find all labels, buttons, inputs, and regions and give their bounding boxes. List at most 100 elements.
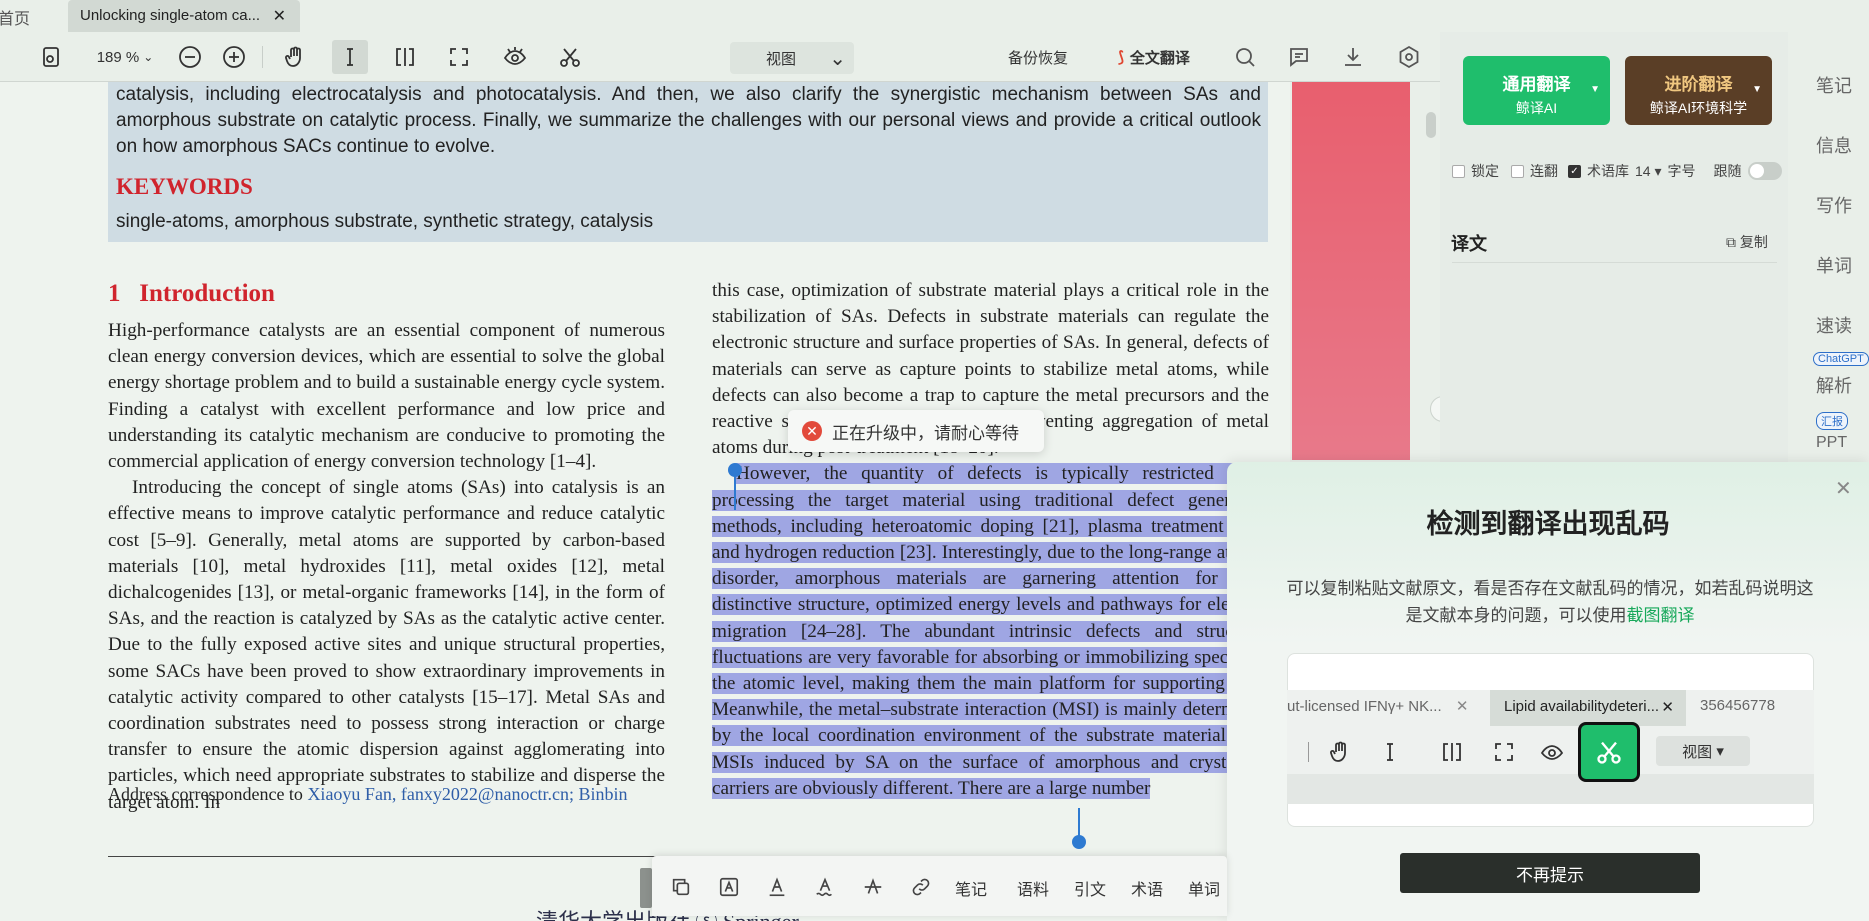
selection-notes-button[interactable]: 笔记 (955, 876, 987, 900)
advanced-translate-button[interactable]: 进阶翻译 鲸译AI环境科学 ▼ (1625, 56, 1772, 125)
rail-write[interactable]: 写作 (1816, 192, 1852, 218)
text-format-icon[interactable] (718, 876, 740, 903)
caret-down-icon[interactable]: ▼ (1752, 84, 1762, 95)
keywords-text: single-atoms, amorphous substrate, synth… (116, 211, 654, 232)
selection-start-dot[interactable] (728, 463, 742, 477)
backup-restore-button[interactable]: 备份恢复 (1002, 44, 1074, 70)
page-layout-icon[interactable] (36, 44, 66, 70)
demo-view-select: 视图 ▾ (1656, 736, 1750, 766)
rail-speedread[interactable]: 速读 (1816, 312, 1852, 338)
tab-close-icon[interactable]: ✕ (273, 6, 286, 26)
screenshot-translate-highlight (1578, 722, 1640, 782)
footnote-rule (108, 856, 668, 857)
follow-toggle[interactable] (1747, 162, 1782, 180)
lock-checkbox[interactable] (1452, 164, 1465, 178)
copy-icon[interactable] (670, 876, 692, 903)
font-size-label: 字号 (1667, 163, 1696, 179)
panel-scrollbar[interactable] (1426, 112, 1436, 138)
squiggly-underline-icon[interactable] (814, 876, 836, 903)
general-translate-label: 通用翻译 (1502, 75, 1571, 94)
demo-tab: ut-licensed IFNγ+ NK... ✕ (1287, 697, 1468, 715)
abstract-text: catalysis, including electrocatalysis an… (116, 84, 1261, 157)
popup-description: 可以复制粘贴文献原文，看是否存在文献乱码的情况，如若乱码说明这是文献本身的问题，… (1280, 575, 1820, 629)
dont-show-again-button[interactable]: 不再提示 (1400, 853, 1700, 893)
download-icon[interactable] (1340, 44, 1366, 70)
underline-icon[interactable] (766, 876, 788, 903)
demo-tab-label: Lipid availabilitydeteri... (1504, 698, 1660, 715)
view-label: 视图 (766, 50, 797, 68)
author-email-link[interactable]: Xiaoyu Fan, fanxy2022@nanoctr.cn; Binbin (307, 784, 627, 804)
selected-text[interactable]: However, the quantity of defects is typi… (712, 463, 1269, 799)
upgrade-toast: ✕ 正在升级中，请耐心等待 (788, 410, 1044, 452)
demo-view-label: 视图 (1682, 743, 1713, 761)
demo-tab: 356456778 (1700, 697, 1776, 714)
translate-options: 锁定 连翻 ✓ 术语库 14 ▾ 字号 跟随 (1452, 161, 1782, 181)
tab-home[interactable]: 首页 (0, 5, 30, 29)
right-column: this case, optimization of substrate mat… (712, 278, 1269, 802)
close-icon: ✕ (1661, 699, 1674, 716)
zoom-select[interactable]: 189 % ⌄ (90, 44, 160, 70)
eye-care-icon[interactable] (500, 44, 530, 70)
tab-document-label: Unlocking single-atom ca... (80, 7, 261, 24)
selection-end-dot[interactable] (1072, 835, 1086, 849)
advanced-translate-label: 进阶翻译 (1664, 75, 1733, 94)
close-icon[interactable]: ✕ (1835, 476, 1852, 501)
rail-info[interactable]: 信息 (1816, 132, 1852, 158)
rail-analyze[interactable]: 解析 (1816, 372, 1852, 398)
view-select[interactable]: 视图 ⌄ (730, 42, 854, 74)
general-translate-button[interactable]: 通用翻译 鲸译AI ▼ (1463, 56, 1610, 125)
zoom-in-icon[interactable] (220, 44, 248, 70)
report-badge: 汇报 (1816, 412, 1848, 430)
close-icon: ✕ (1455, 698, 1469, 715)
copy-button[interactable]: ⧉ 复制 (1726, 232, 1768, 252)
demo-footer (1287, 774, 1814, 804)
selection-toolbar: 笔记 语料 引文 术语 单词 (652, 856, 1227, 916)
rail-words[interactable]: 单词 (1816, 252, 1852, 278)
eye-care-icon (1540, 740, 1564, 769)
section-title: Introduction (139, 280, 275, 307)
caret-down-icon[interactable]: ▼ (1590, 84, 1600, 95)
tab-document[interactable]: Unlocking single-atom ca... ✕ (68, 0, 300, 32)
toolbar: 189 % ⌄ 视图 ⌄ 备份恢复 ⟆ 全文翻译 (0, 32, 1440, 82)
follow-label: 跟随 (1713, 163, 1742, 179)
copy-icon: ⧉ (1726, 234, 1736, 250)
font-size-select[interactable]: 14 ▾ (1635, 163, 1662, 180)
termbase-checkbox[interactable]: ✓ (1568, 164, 1581, 178)
side-preview-strip (1292, 82, 1410, 460)
error-icon: ✕ (802, 421, 822, 441)
text-select-icon[interactable] (332, 40, 368, 74)
continuous-checkbox[interactable] (1511, 164, 1524, 178)
copy-label: 复制 (1739, 234, 1768, 250)
selection-toolbar-grip[interactable] (640, 868, 652, 908)
selection-corpus-button[interactable]: 语料 (1017, 876, 1049, 900)
fullscreen-icon[interactable] (444, 44, 474, 70)
footnote: Address correspondence to Xiaoyu Fan, fa… (108, 784, 627, 805)
split-view-icon[interactable] (390, 44, 420, 70)
strikethrough-icon[interactable] (862, 876, 884, 903)
paragraph: Introducing the concept of single atoms … (108, 477, 665, 813)
link-icon[interactable] (910, 876, 932, 903)
comment-icon[interactable] (1286, 44, 1312, 70)
selection-word-button[interactable]: 单词 (1188, 876, 1220, 900)
full-translate-button[interactable]: ⟆ 全文翻译 (1102, 44, 1206, 70)
search-icon[interactable] (1232, 44, 1258, 70)
full-translate-label: 全文翻译 (1129, 49, 1190, 67)
advanced-translate-engine: 鲸译AI环境科学 (1649, 100, 1748, 116)
hand-tool-icon[interactable] (280, 44, 310, 70)
text-select-icon (1378, 740, 1402, 769)
paragraph-selected[interactable]: However, the quantity of defects is typi… (712, 461, 1269, 802)
selection-cite-button[interactable]: 引文 (1074, 876, 1106, 900)
scissors-icon[interactable] (555, 44, 585, 70)
selection-term-button[interactable]: 术语 (1131, 876, 1163, 900)
zoom-out-icon[interactable] (176, 44, 204, 70)
fullscreen-icon (1492, 740, 1516, 769)
translation-heading: 译文 (1451, 234, 1487, 254)
tab-bar: 首页 Unlocking single-atom ca... ✕ (0, 0, 1869, 32)
settings-icon[interactable] (1396, 44, 1422, 70)
chatgpt-badge: ChatGPT (1813, 352, 1869, 366)
demo-tab-active: Lipid availabilitydeteri... ✕ (1490, 690, 1686, 726)
section-number: 1 (108, 280, 121, 307)
screenshot-translate-link[interactable]: 截图翻译 (1627, 606, 1695, 625)
rail-ppt[interactable]: PPT (1816, 434, 1847, 452)
rail-notes[interactable]: 笔记 (1816, 72, 1852, 98)
